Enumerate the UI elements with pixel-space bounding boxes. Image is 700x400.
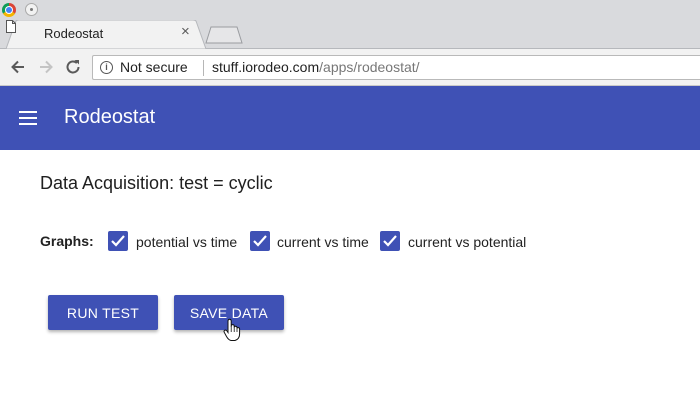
run-test-button[interactable]: RUN TEST [48,295,158,330]
label-current-vs-potential[interactable]: current vs potential [408,234,526,250]
menu-icon[interactable] [19,111,37,125]
browser-tab-strip: Rodeostat × [0,0,700,49]
label-current-vs-time[interactable]: current vs time [277,234,369,250]
back-arrow-icon[interactable] [8,57,28,77]
window-menu-button[interactable] [25,3,38,16]
page-icon [6,20,16,33]
checkmark-icon [383,235,397,247]
tab-close-icon[interactable]: × [181,23,190,40]
hand-cursor-icon [223,318,241,341]
security-label[interactable]: Not secure [120,59,188,75]
checkbox-current-vs-time[interactable] [250,231,270,251]
browser-tab[interactable]: Rodeostat × [6,20,206,49]
url-path: /apps/rodeostat/ [319,59,420,75]
divider [203,60,204,76]
checkbox-potential-vs-time[interactable] [108,231,128,251]
checkbox-current-vs-potential[interactable] [380,231,400,251]
address-bar[interactable]: i Not secure stuff.iorodeo.com/apps/rode… [92,55,700,80]
checkmark-icon [111,235,125,247]
graphs-label: Graphs: [40,233,94,249]
url-host: stuff.iorodeo.com [212,59,320,75]
url-text[interactable]: stuff.iorodeo.com/apps/rodeostat/ [212,59,420,75]
app-bar: Rodeostat [0,86,700,150]
reload-icon[interactable] [63,57,83,77]
page-title: Data Acquisition: test = cyclic [40,173,273,193]
info-icon[interactable]: i [100,61,113,74]
forward-arrow-icon[interactable] [36,57,56,77]
label-potential-vs-time[interactable]: potential vs time [136,234,237,250]
chrome-logo-icon [2,3,16,17]
tab-title: Rodeostat [44,26,104,41]
checkmark-icon [253,235,267,247]
app-title: Rodeostat [64,106,156,128]
new-tab-button[interactable] [205,26,243,44]
